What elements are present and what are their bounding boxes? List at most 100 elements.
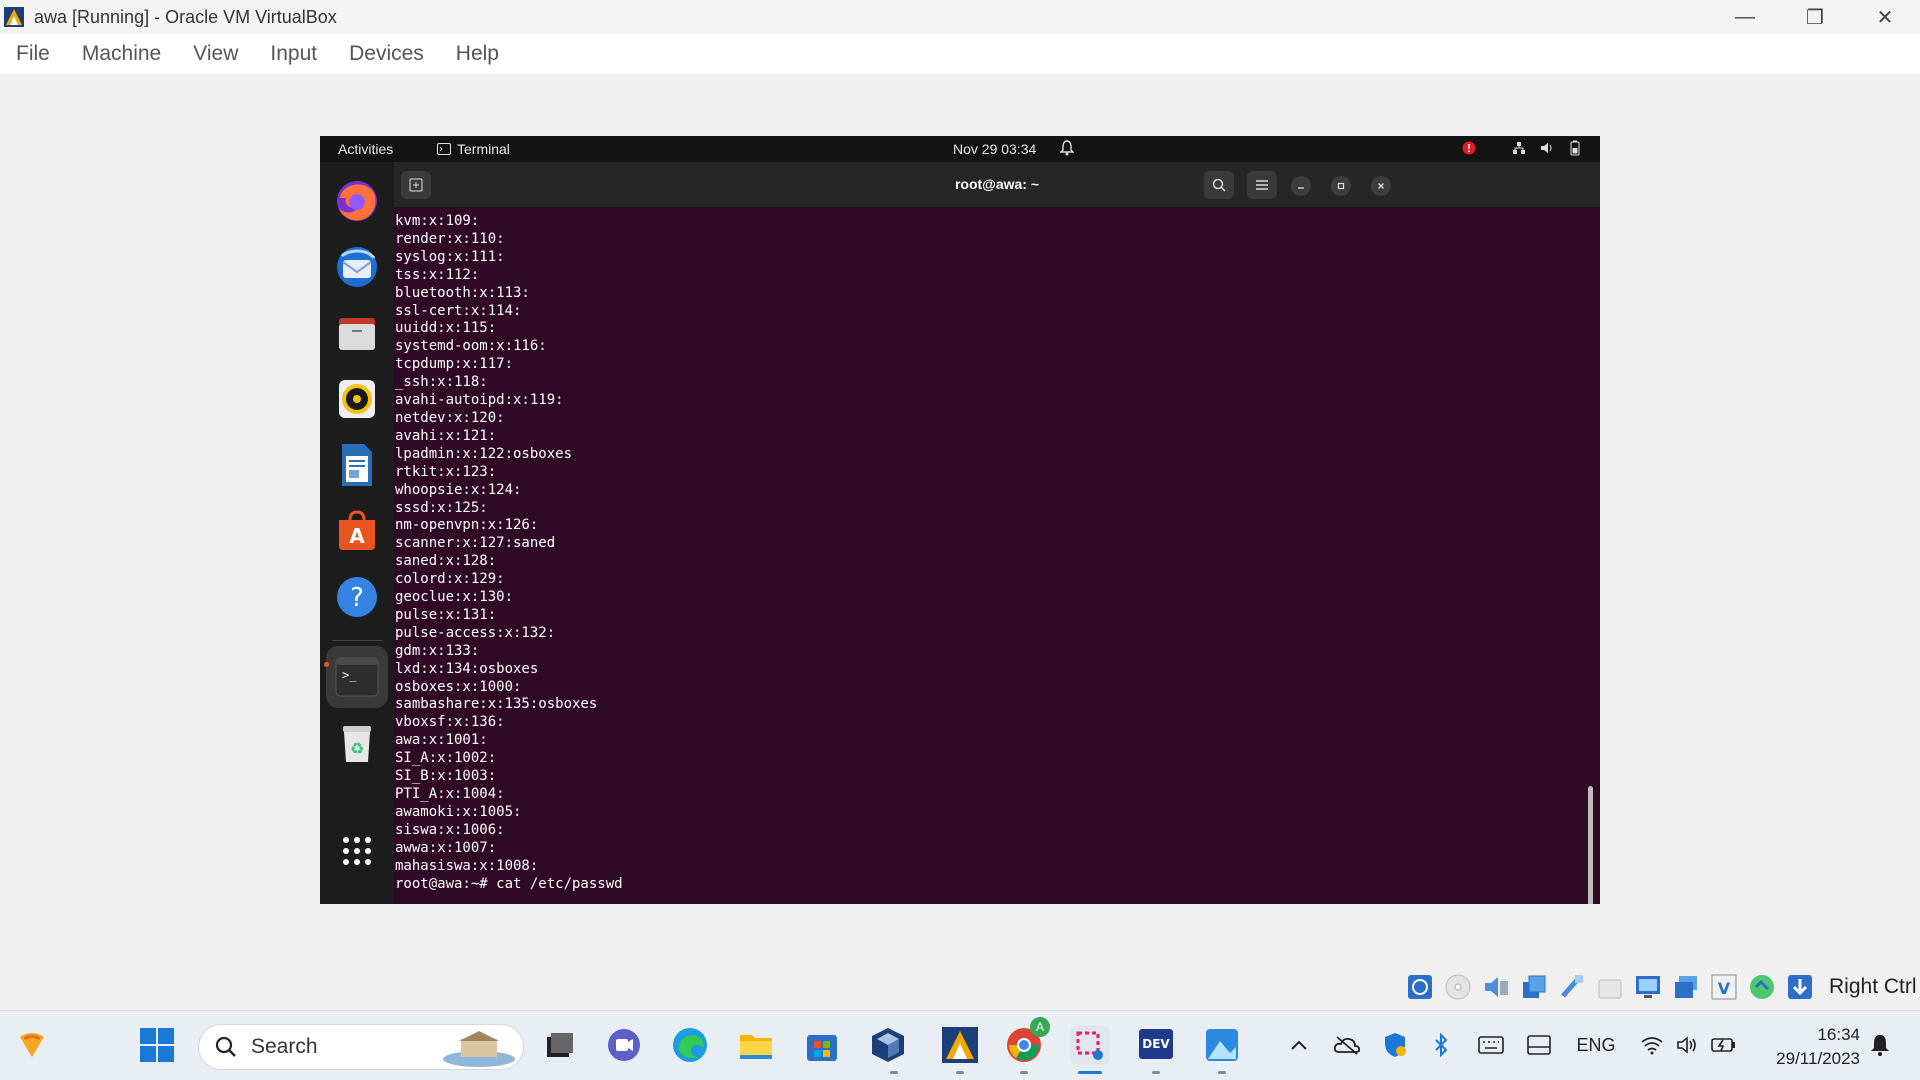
terminal-output[interactable]: kvm:x:109: render:x:110: syslog:x:111: tss:… — [394, 208, 1600, 904]
clock-time: 16:34 — [1817, 1025, 1860, 1044]
snipping-tool-icon[interactable] — [1070, 1025, 1110, 1065]
gnome-system-tray[interactable] — [1462, 140, 1582, 156]
edge-icon[interactable] — [670, 1025, 710, 1065]
menu-help[interactable]: Help — [440, 42, 515, 66]
chrome-icon[interactable]: A — [1004, 1017, 1050, 1065]
hamburger-menu-icon[interactable] — [1247, 171, 1277, 199]
taskbar-search-box[interactable]: Search — [198, 1024, 524, 1070]
running-indicator — [1218, 1071, 1226, 1074]
minimize-button[interactable]: — — [1710, 0, 1780, 34]
svg-text:?: ? — [350, 583, 364, 613]
virtualbox-vm-icon[interactable] — [940, 1025, 980, 1065]
terminal-line: awa:x:1001: — [395, 732, 488, 749]
usb-icon[interactable] — [1557, 972, 1587, 1002]
window-titlebar[interactable]: awa [Running] - Oracle VM VirtualBox — ❐… — [0, 0, 1920, 34]
terminal-icon[interactable]: >_ — [326, 646, 388, 708]
terminal-line: uuidd:x:115: — [395, 320, 497, 337]
guest-screen[interactable]: Activities Terminal Nov 29 03:34 A ? >_ … — [320, 136, 1600, 904]
microsoft-store-icon[interactable] — [802, 1025, 842, 1065]
show-hidden-icons-chevron-up-icon[interactable] — [1284, 1025, 1314, 1065]
terminal-title: root@awa: ~ — [954, 176, 1040, 192]
rhythmbox-icon[interactable] — [332, 374, 382, 424]
vt-x-icon[interactable]: V — [1709, 972, 1739, 1002]
bluetooth-icon[interactable] — [1426, 1025, 1456, 1065]
trash-icon[interactable]: ♻ — [332, 718, 382, 768]
terminal-headerbar[interactable]: root@awa: ~ — [394, 162, 1600, 208]
input-language-indicator[interactable]: ENG — [1568, 1025, 1624, 1065]
host-key-label[interactable]: Right Ctrl — [1829, 975, 1917, 999]
terminal-line: SI_B:x:1003: — [395, 768, 497, 785]
mouse-integration-icon[interactable] — [1785, 972, 1815, 1002]
show-apps-icon[interactable] — [332, 826, 382, 876]
update-alert-icon — [1462, 141, 1476, 155]
topbar-app-menu[interactable]: Terminal — [437, 141, 510, 157]
security-shield-icon[interactable] — [1378, 1025, 1412, 1065]
terminal-small-icon — [437, 143, 451, 155]
terminal-maximize-icon[interactable] — [1331, 176, 1351, 196]
terminal-line: tss:x:112: — [395, 266, 480, 283]
terminal-line: render:x:110: — [395, 230, 505, 247]
search-icon[interactable] — [1204, 171, 1234, 199]
menu-view[interactable]: View — [177, 42, 254, 66]
terminal-window[interactable]: root@awa: ~ kvm:x:109: render:x:110: syslo… — [394, 162, 1600, 904]
notification-bell-icon[interactable] — [1864, 1025, 1896, 1065]
menu-machine[interactable]: Machine — [66, 42, 177, 66]
tablet-mode-icon[interactable] — [1522, 1025, 1556, 1065]
network-adapter-icon[interactable] — [1519, 972, 1549, 1002]
task-view-icon[interactable] — [539, 1025, 579, 1065]
running-indicator — [1020, 1071, 1028, 1074]
onedrive-offline-icon[interactable] — [1330, 1025, 1364, 1065]
shared-folders-icon[interactable] — [1595, 972, 1625, 1002]
widgets-icon[interactable] — [12, 1025, 52, 1065]
touch-keyboard-icon[interactable] — [1474, 1025, 1508, 1065]
start-button-icon[interactable] — [137, 1025, 177, 1065]
files-icon[interactable] — [332, 308, 382, 358]
guest-additions-icon[interactable] — [1747, 972, 1777, 1002]
terminal-line: pulse-access:x:132: — [395, 624, 556, 641]
running-indicator — [324, 662, 329, 667]
optical-drive-icon[interactable] — [1443, 972, 1473, 1002]
close-button[interactable]: ✕ — [1850, 0, 1920, 34]
taskbar-clock[interactable]: 16:34 29/11/2023 — [1776, 1023, 1860, 1071]
speaker-volume-icon[interactable] — [1672, 1025, 1704, 1065]
notification-bell-icon — [1059, 140, 1075, 159]
terminal-minimize-icon[interactable] — [1291, 176, 1311, 196]
wifi-icon[interactable] — [1636, 1025, 1668, 1065]
dev-home-icon[interactable]: DEV — [1136, 1025, 1176, 1065]
terminal-line: lxd:x:134:osboxes — [395, 660, 539, 677]
recording-icon[interactable] — [1671, 972, 1701, 1002]
menu-input[interactable]: Input — [254, 42, 333, 66]
terminal-line: systemd-oom:x:116: — [395, 338, 547, 355]
activities-button[interactable]: Activities — [338, 141, 393, 157]
svg-text:A: A — [349, 524, 365, 548]
help-icon[interactable]: ? — [332, 572, 382, 622]
audio-icon[interactable] — [1481, 972, 1511, 1002]
menu-file[interactable]: File — [0, 42, 66, 66]
search-label: Search — [251, 1035, 318, 1058]
terminal-scrollbar[interactable] — [1588, 786, 1593, 904]
app-center-icon[interactable]: A — [332, 506, 382, 556]
terminal-line: tcpdump:x:117: — [395, 356, 514, 373]
teams-chat-icon[interactable] — [604, 1025, 644, 1065]
gnome-top-bar: Activities Terminal Nov 29 03:34 — [320, 136, 1600, 162]
topbar-clock[interactable]: Nov 29 03:34 — [953, 141, 1036, 157]
firefox-icon[interactable] — [332, 176, 382, 226]
file-explorer-icon[interactable] — [736, 1025, 776, 1065]
battery-charging-icon[interactable] — [1708, 1025, 1740, 1065]
terminal-line: pulse:x:131: — [395, 606, 497, 623]
terminal-close-icon[interactable] — [1371, 176, 1391, 196]
writer-icon[interactable] — [332, 440, 382, 490]
restore-button[interactable]: ❐ — [1780, 0, 1850, 34]
terminal-line: sssd:x:125: — [395, 499, 488, 516]
display-icon[interactable] — [1633, 972, 1663, 1002]
photos-icon[interactable] — [1202, 1025, 1242, 1065]
svg-text:>_: >_ — [342, 668, 357, 682]
menubar: File Machine View Input Devices Help — [0, 34, 1920, 74]
terminal-line: root@awa:~# cat /etc/passwd — [395, 875, 623, 892]
thunderbird-icon[interactable] — [332, 242, 382, 292]
windows-taskbar: Search A DEV ENG 16:34 29/11/2023 — [0, 1010, 1920, 1080]
menu-devices[interactable]: Devices — [333, 42, 440, 66]
terminal-line: awamoki:x:1005: — [395, 803, 522, 820]
hard-disk-icon[interactable] — [1405, 972, 1435, 1002]
virtualbox-manager-icon[interactable] — [868, 1025, 908, 1065]
